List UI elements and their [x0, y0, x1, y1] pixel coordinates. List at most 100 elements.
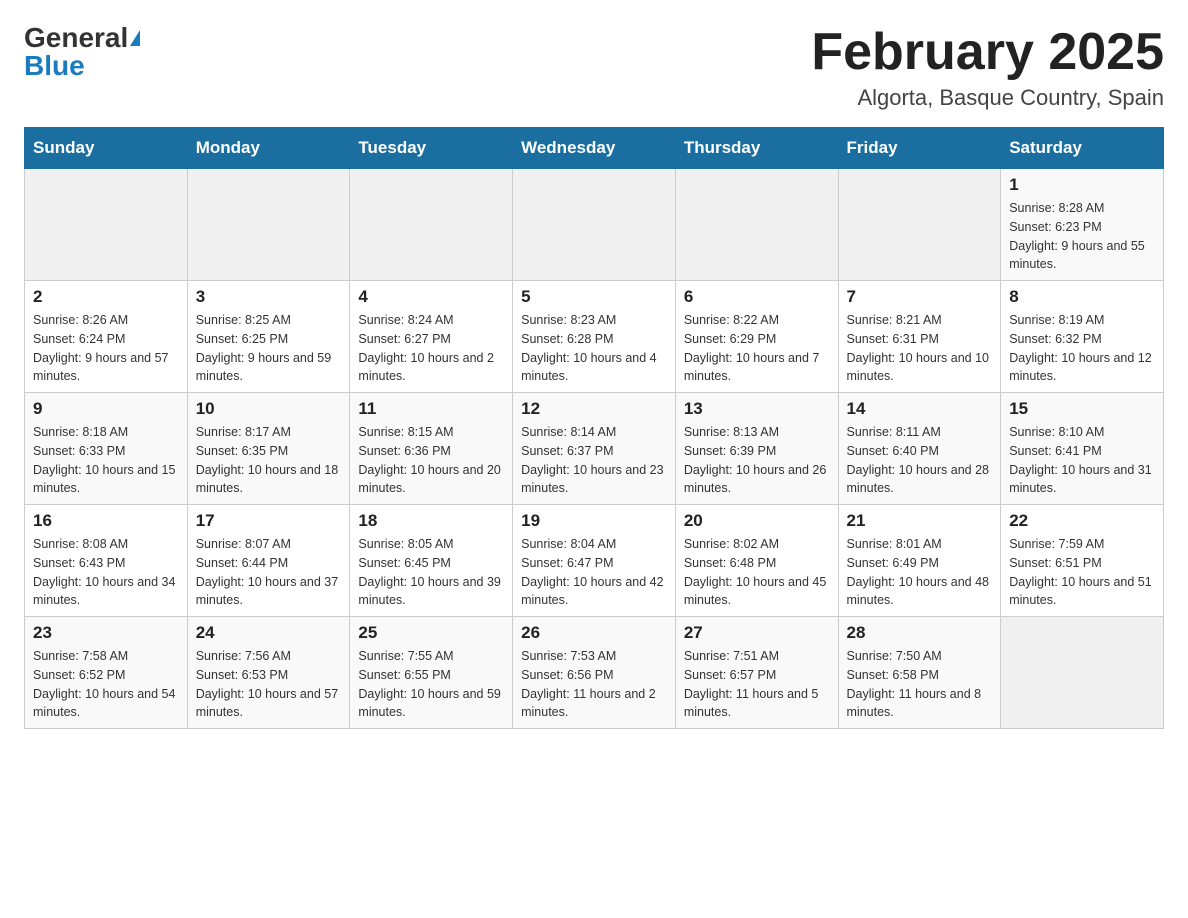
day-number: 13 — [684, 399, 830, 419]
day-info: Sunrise: 7:56 AMSunset: 6:53 PMDaylight:… — [196, 647, 342, 722]
day-info: Sunrise: 8:13 AMSunset: 6:39 PMDaylight:… — [684, 423, 830, 498]
day-number: 27 — [684, 623, 830, 643]
calendar-row-1: 2 Sunrise: 8:26 AMSunset: 6:24 PMDaylight… — [25, 281, 1164, 393]
calendar-cell: 14 Sunrise: 8:11 AMSunset: 6:40 PMDayligh… — [838, 393, 1001, 505]
weekday-header-friday: Friday — [838, 128, 1001, 169]
day-info: Sunrise: 8:17 AMSunset: 6:35 PMDaylight:… — [196, 423, 342, 498]
calendar-cell — [350, 169, 513, 281]
day-number: 11 — [358, 399, 504, 419]
day-info: Sunrise: 8:05 AMSunset: 6:45 PMDaylight:… — [358, 535, 504, 610]
day-number: 12 — [521, 399, 667, 419]
day-info: Sunrise: 8:02 AMSunset: 6:48 PMDaylight:… — [684, 535, 830, 610]
day-number: 5 — [521, 287, 667, 307]
calendar-cell: 3 Sunrise: 8:25 AMSunset: 6:25 PMDaylight… — [187, 281, 350, 393]
day-number: 14 — [847, 399, 993, 419]
calendar-row-0: 1 Sunrise: 8:28 AMSunset: 6:23 PMDaylight… — [25, 169, 1164, 281]
day-info: Sunrise: 8:25 AMSunset: 6:25 PMDaylight:… — [196, 311, 342, 386]
day-info: Sunrise: 7:51 AMSunset: 6:57 PMDaylight:… — [684, 647, 830, 722]
calendar-row-4: 23 Sunrise: 7:58 AMSunset: 6:52 PMDayligh… — [25, 617, 1164, 729]
day-number: 24 — [196, 623, 342, 643]
day-number: 25 — [358, 623, 504, 643]
day-number: 4 — [358, 287, 504, 307]
day-number: 8 — [1009, 287, 1155, 307]
day-number: 1 — [1009, 175, 1155, 195]
calendar-cell: 24 Sunrise: 7:56 AMSunset: 6:53 PMDayligh… — [187, 617, 350, 729]
calendar-cell: 26 Sunrise: 7:53 AMSunset: 6:56 PMDayligh… — [513, 617, 676, 729]
weekday-header-sunday: Sunday — [25, 128, 188, 169]
weekday-header-row: SundayMondayTuesdayWednesdayThursdayFrid… — [25, 128, 1164, 169]
day-info: Sunrise: 8:26 AMSunset: 6:24 PMDaylight:… — [33, 311, 179, 386]
day-number: 16 — [33, 511, 179, 531]
day-info: Sunrise: 8:19 AMSunset: 6:32 PMDaylight:… — [1009, 311, 1155, 386]
logo-triangle-icon — [130, 30, 140, 46]
day-number: 7 — [847, 287, 993, 307]
day-number: 10 — [196, 399, 342, 419]
day-info: Sunrise: 8:18 AMSunset: 6:33 PMDaylight:… — [33, 423, 179, 498]
weekday-header-thursday: Thursday — [675, 128, 838, 169]
calendar-cell — [513, 169, 676, 281]
location-subtitle: Algorta, Basque Country, Spain — [811, 85, 1164, 111]
calendar-cell: 2 Sunrise: 8:26 AMSunset: 6:24 PMDaylight… — [25, 281, 188, 393]
calendar-cell: 4 Sunrise: 8:24 AMSunset: 6:27 PMDaylight… — [350, 281, 513, 393]
calendar-cell: 11 Sunrise: 8:15 AMSunset: 6:36 PMDayligh… — [350, 393, 513, 505]
logo-general-text: General — [24, 24, 128, 52]
calendar-cell: 28Sunrise: 7:50 AMSunset: 6:58 PMDayligh… — [838, 617, 1001, 729]
weekday-header-tuesday: Tuesday — [350, 128, 513, 169]
day-number: 22 — [1009, 511, 1155, 531]
calendar-cell — [1001, 617, 1164, 729]
day-info: Sunrise: 8:14 AMSunset: 6:37 PMDaylight:… — [521, 423, 667, 498]
calendar-cell: 19 Sunrise: 8:04 AMSunset: 6:47 PMDayligh… — [513, 505, 676, 617]
calendar-cell — [675, 169, 838, 281]
calendar-cell: 16 Sunrise: 8:08 AMSunset: 6:43 PMDayligh… — [25, 505, 188, 617]
calendar-row-2: 9 Sunrise: 8:18 AMSunset: 6:33 PMDaylight… — [25, 393, 1164, 505]
day-number: 26 — [521, 623, 667, 643]
month-title: February 2025 — [811, 24, 1164, 81]
calendar-cell: 6Sunrise: 8:22 AMSunset: 6:29 PMDaylight… — [675, 281, 838, 393]
calendar-cell: 23 Sunrise: 7:58 AMSunset: 6:52 PMDayligh… — [25, 617, 188, 729]
day-number: 17 — [196, 511, 342, 531]
day-info: Sunrise: 8:01 AMSunset: 6:49 PMDaylight:… — [847, 535, 993, 610]
calendar-cell: 25Sunrise: 7:55 AMSunset: 6:55 PMDayligh… — [350, 617, 513, 729]
day-info: Sunrise: 8:28 AMSunset: 6:23 PMDaylight:… — [1009, 199, 1155, 274]
day-info: Sunrise: 8:04 AMSunset: 6:47 PMDaylight:… — [521, 535, 667, 610]
calendar-cell: 1 Sunrise: 8:28 AMSunset: 6:23 PMDaylight… — [1001, 169, 1164, 281]
day-info: Sunrise: 8:07 AMSunset: 6:44 PMDaylight:… — [196, 535, 342, 610]
day-number: 18 — [358, 511, 504, 531]
day-number: 9 — [33, 399, 179, 419]
calendar-cell: 8 Sunrise: 8:19 AMSunset: 6:32 PMDaylight… — [1001, 281, 1164, 393]
calendar-cell: 20Sunrise: 8:02 AMSunset: 6:48 PMDayligh… — [675, 505, 838, 617]
calendar-cell: 9 Sunrise: 8:18 AMSunset: 6:33 PMDaylight… — [25, 393, 188, 505]
calendar-cell: 27 Sunrise: 7:51 AMSunset: 6:57 PMDayligh… — [675, 617, 838, 729]
calendar-cell: 21Sunrise: 8:01 AMSunset: 6:49 PMDayligh… — [838, 505, 1001, 617]
title-block: February 2025 Algorta, Basque Country, S… — [811, 24, 1164, 111]
logo-blue-text: Blue — [24, 52, 85, 80]
weekday-header-wednesday: Wednesday — [513, 128, 676, 169]
day-info: Sunrise: 8:15 AMSunset: 6:36 PMDaylight:… — [358, 423, 504, 498]
calendar-cell: 17 Sunrise: 8:07 AMSunset: 6:44 PMDayligh… — [187, 505, 350, 617]
day-info: Sunrise: 8:10 AMSunset: 6:41 PMDaylight:… — [1009, 423, 1155, 498]
weekday-header-saturday: Saturday — [1001, 128, 1164, 169]
calendar-cell: 18 Sunrise: 8:05 AMSunset: 6:45 PMDayligh… — [350, 505, 513, 617]
calendar-cell: 22 Sunrise: 7:59 AMSunset: 6:51 PMDayligh… — [1001, 505, 1164, 617]
calendar-cell: 10 Sunrise: 8:17 AMSunset: 6:35 PMDayligh… — [187, 393, 350, 505]
day-info: Sunrise: 7:59 AMSunset: 6:51 PMDaylight:… — [1009, 535, 1155, 610]
day-info: Sunrise: 8:23 AMSunset: 6:28 PMDaylight:… — [521, 311, 667, 386]
day-number: 15 — [1009, 399, 1155, 419]
calendar-cell: 12 Sunrise: 8:14 AMSunset: 6:37 PMDayligh… — [513, 393, 676, 505]
day-info: Sunrise: 7:58 AMSunset: 6:52 PMDaylight:… — [33, 647, 179, 722]
day-info: Sunrise: 8:24 AMSunset: 6:27 PMDaylight:… — [358, 311, 504, 386]
page-header: General Blue February 2025 Algorta, Basq… — [24, 24, 1164, 111]
calendar-cell — [25, 169, 188, 281]
calendar-row-3: 16 Sunrise: 8:08 AMSunset: 6:43 PMDayligh… — [25, 505, 1164, 617]
day-number: 3 — [196, 287, 342, 307]
day-info: Sunrise: 8:11 AMSunset: 6:40 PMDaylight:… — [847, 423, 993, 498]
day-number: 19 — [521, 511, 667, 531]
day-number: 2 — [33, 287, 179, 307]
day-info: Sunrise: 7:53 AMSunset: 6:56 PMDaylight:… — [521, 647, 667, 722]
day-number: 23 — [33, 623, 179, 643]
weekday-header-monday: Monday — [187, 128, 350, 169]
calendar-cell: 15 Sunrise: 8:10 AMSunset: 6:41 PMDayligh… — [1001, 393, 1164, 505]
day-info: Sunrise: 8:08 AMSunset: 6:43 PMDaylight:… — [33, 535, 179, 610]
day-info: Sunrise: 8:22 AMSunset: 6:29 PMDaylight:… — [684, 311, 830, 386]
calendar-cell: 7Sunrise: 8:21 AMSunset: 6:31 PMDaylight… — [838, 281, 1001, 393]
